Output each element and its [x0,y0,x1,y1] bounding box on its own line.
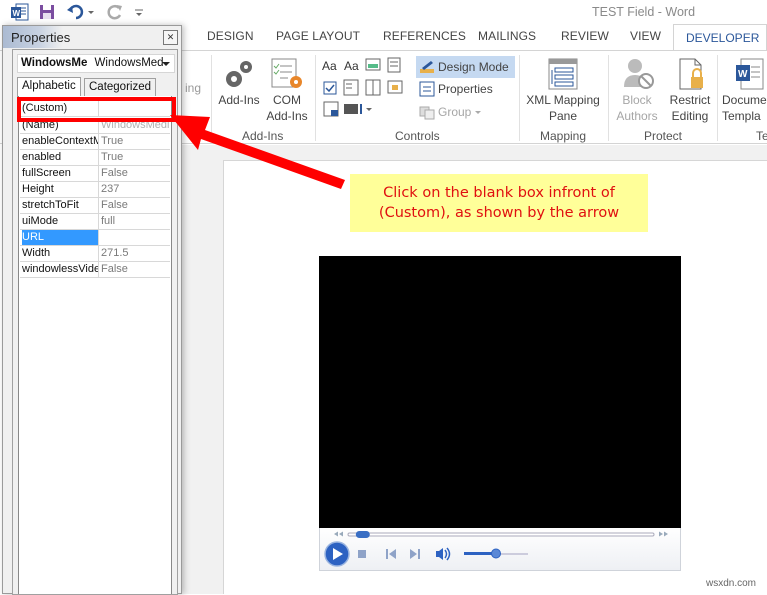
watermark: wsxdn.com [706,578,757,589]
word-window: W TEST Field - Word DESIGN PAGE LAYOUT R… [0,0,767,595]
arrow-icon [170,115,345,189]
annotation-arrow [170,115,345,189]
